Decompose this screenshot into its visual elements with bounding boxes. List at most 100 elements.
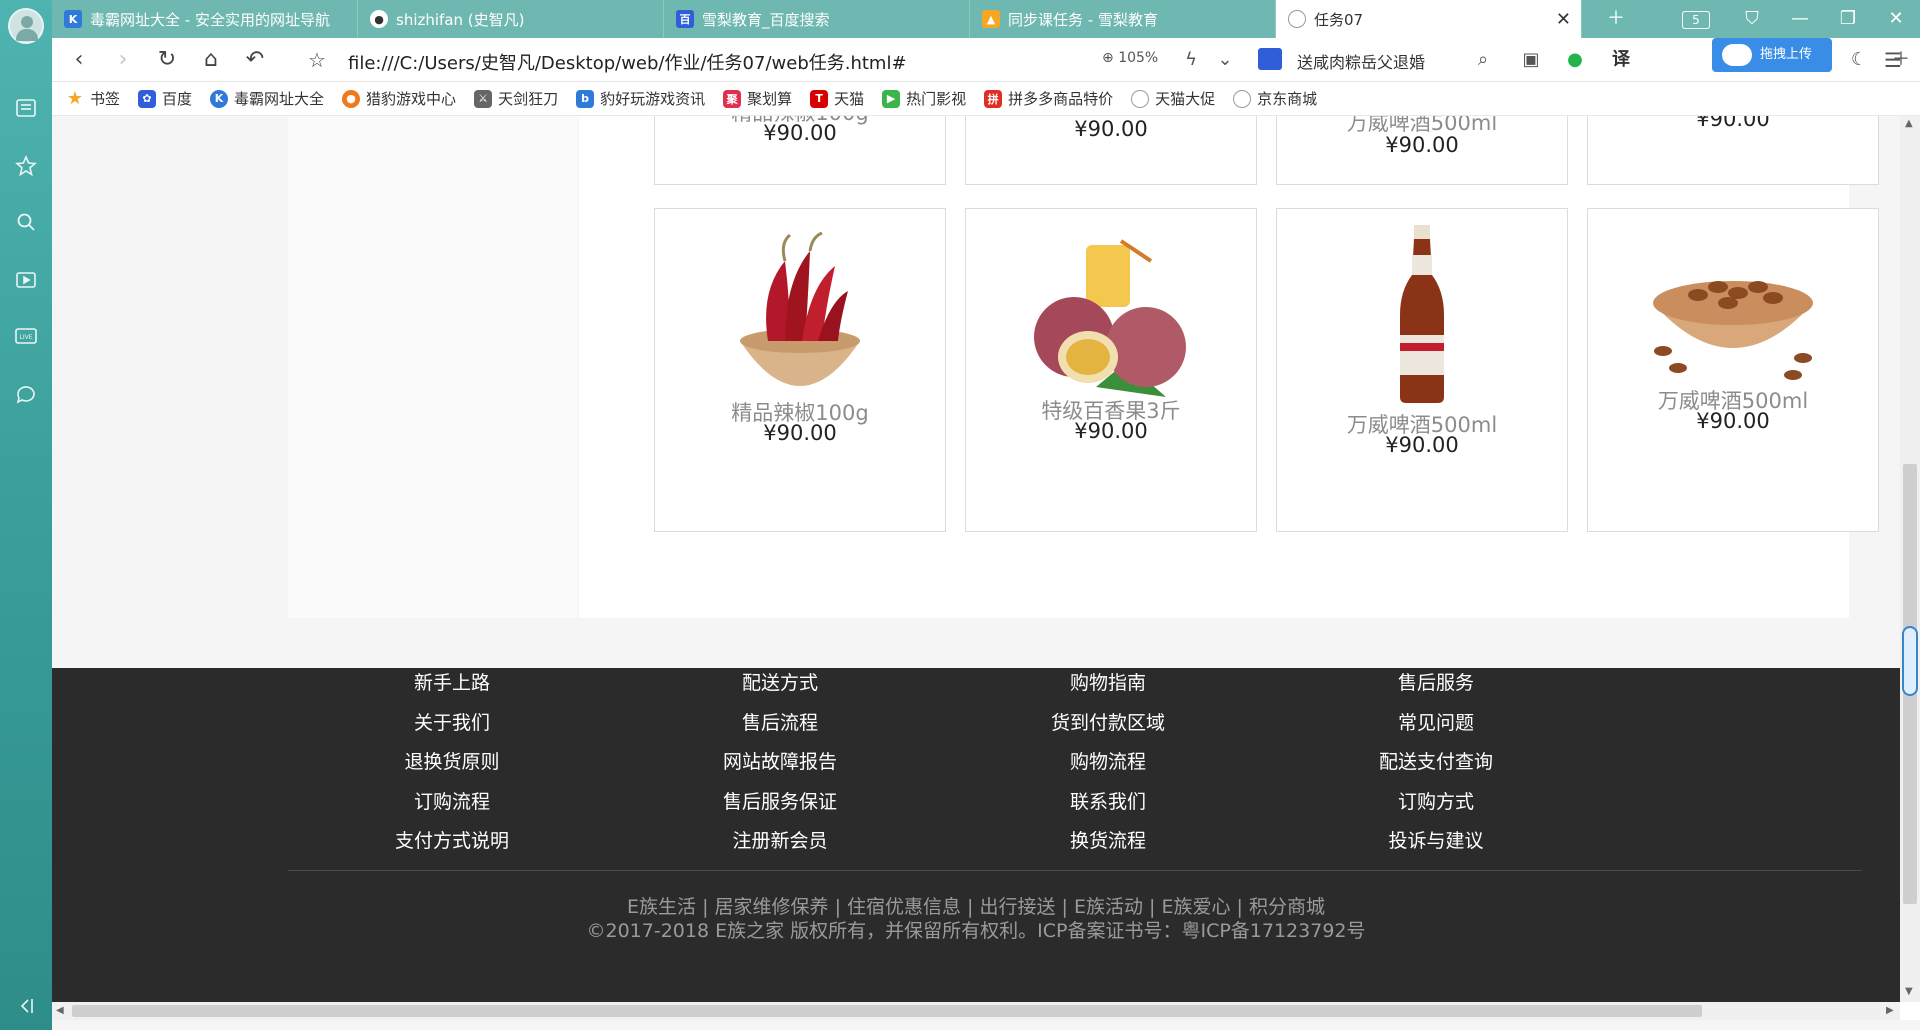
product-card[interactable]: 万威啤酒500ml ¥90.00 <box>1276 208 1568 532</box>
image-icon[interactable]: ▣ <box>1518 48 1544 72</box>
scroll-right-icon[interactable]: ▶ <box>1886 1005 1894 1016</box>
footer-link[interactable]: 换货流程 <box>944 826 1272 866</box>
footer-link[interactable]: 退换货原则 <box>288 747 616 787</box>
bookmark-item[interactable]: ● 猎豹游戏中心 <box>342 88 456 109</box>
scroll-position-knob[interactable] <box>1902 626 1918 696</box>
scroll-up-icon[interactable]: ▲ <box>1905 118 1913 129</box>
footer-link[interactable]: 订购方式 <box>1272 787 1600 827</box>
horizontal-scroll-thumb[interactable] <box>72 1005 1702 1017</box>
lightning-icon[interactable]: ϟ <box>1178 48 1204 72</box>
drag-upload-button[interactable]: 拖拽上传 <box>1712 38 1832 72</box>
footer-link[interactable]: 购物指南 <box>944 668 1272 708</box>
pine-nuts-icon <box>1643 243 1823 383</box>
new-tab-icon[interactable]: ＋ <box>1592 0 1640 38</box>
footer-link[interactable]: 订购流程 <box>288 787 616 827</box>
product-card[interactable]: 精品辣椒100g ¥90.00 <box>654 208 946 532</box>
tab-label: shizhifan (史智凡) <box>396 10 525 29</box>
night-mode-icon[interactable]: ☾ <box>1846 48 1872 72</box>
footer-link[interactable]: 配送支付查询 <box>1272 747 1600 787</box>
tab-count-button[interactable]: 5 <box>1672 0 1720 38</box>
bookmark-item[interactable]: b 豹好玩游戏资讯 <box>576 88 705 109</box>
restore-icon[interactable]: ❐ <box>1824 0 1872 38</box>
avatar[interactable] <box>8 8 44 44</box>
menu-icon[interactable]: ☰ <box>1880 48 1906 72</box>
tab-task07[interactable]: 任务07 ✕ <box>1276 0 1582 38</box>
product-card[interactable]: ¥90.00 <box>1587 116 1879 185</box>
github-icon: ● <box>370 10 388 28</box>
sidebar-rail: LIVE <box>0 0 52 1030</box>
chili-icon <box>730 231 870 411</box>
product-card[interactable]: 精品辣椒100g ¥90.00 <box>654 116 946 185</box>
search-engine-icon[interactable] <box>1258 48 1282 70</box>
collapse-sidebar-icon[interactable] <box>13 994 39 1020</box>
footer-link[interactable]: 配送方式 <box>616 668 944 708</box>
footer-link[interactable]: 投诉与建议 <box>1272 826 1600 866</box>
bookmark-item[interactable]: ★ 书签 <box>66 88 120 109</box>
vertical-scrollbar[interactable]: ▲ ▼ <box>1900 116 1920 1002</box>
favorites-star-icon[interactable] <box>13 154 39 180</box>
search-icon[interactable]: ⌕ <box>1470 48 1496 72</box>
minimize-icon[interactable]: — <box>1776 0 1824 38</box>
forward-icon[interactable]: › <box>108 46 138 74</box>
jhs-icon: 聚 <box>723 89 742 108</box>
chat-bubble-icon[interactable] <box>13 382 39 408</box>
search-icon[interactable] <box>13 210 39 236</box>
footer-link[interactable]: 注册新会员 <box>616 826 944 866</box>
chevron-down-icon[interactable]: ⌄ <box>1212 48 1238 72</box>
product-card[interactable]: ¥90.00 <box>965 116 1257 185</box>
scroll-left-icon[interactable]: ◀ <box>56 1005 64 1016</box>
svg-text:LIVE: LIVE <box>19 334 32 341</box>
k-icon: K <box>210 89 229 108</box>
footer-link[interactable]: 购物流程 <box>944 747 1272 787</box>
home-icon[interactable]: ⌂ <box>196 46 226 74</box>
bookmark-item[interactable]: 京东商城 <box>1233 88 1317 109</box>
footer-link[interactable]: 网站故障报告 <box>616 747 944 787</box>
footer-link[interactable]: 新手上路 <box>288 668 616 708</box>
bookmark-star-icon[interactable]: ☆ <box>302 46 332 74</box>
tab-baidu-search[interactable]: 百 雪梨教育_百度搜索 <box>664 0 970 38</box>
footer-link[interactable]: 货到付款区域 <box>944 708 1272 748</box>
product-card[interactable]: 万威啤酒500ml ¥90.00 <box>1276 116 1568 185</box>
tab-duba[interactable]: K 毒霸网址大全 - 安全实用的网址导航 <box>52 0 358 38</box>
footer-link[interactable]: 常见问题 <box>1272 708 1600 748</box>
reload-icon[interactable]: ↻ <box>152 46 182 74</box>
bookmark-item[interactable]: ✿ 百度 <box>138 88 192 109</box>
zoom-level[interactable]: ⊕ 105% <box>1102 50 1158 66</box>
shirt-skin-icon[interactable]: ⛉ <box>1728 0 1776 38</box>
bookmark-item[interactable]: K 毒霸网址大全 <box>210 88 324 109</box>
product-card[interactable]: 特级百香果3斤 ¥90.00 <box>965 208 1257 532</box>
bookmark-item[interactable]: ⚔ 天剑狂刀 <box>474 88 558 109</box>
translate-button[interactable]: 译 <box>1608 48 1634 72</box>
undo-close-icon[interactable]: ↶ <box>240 46 270 74</box>
search-suggestion[interactable]: 送咸肉粽岳父退婚 <box>1297 49 1425 73</box>
live-icon[interactable]: LIVE <box>13 324 39 350</box>
footer-link[interactable]: 售后服务保证 <box>616 787 944 827</box>
wechat-icon[interactable]: ● <box>1562 48 1588 72</box>
bookmark-item[interactable]: 天猫大促 <box>1131 88 1215 109</box>
video-icon[interactable] <box>13 268 39 294</box>
scroll-down-icon[interactable]: ▼ <box>1905 986 1913 997</box>
bookmark-item[interactable]: 聚聚划算 <box>723 88 792 109</box>
close-window-icon[interactable]: ✕ <box>1872 0 1920 38</box>
footer-link[interactable]: 支付方式说明 <box>288 826 616 866</box>
footer-link[interactable]: 售后服务 <box>1272 668 1600 708</box>
url-field[interactable]: file:///C:/Users/史智凡/Desktop/web/作业/任务07… <box>348 49 907 75</box>
bookmark-item[interactable]: T 天猫 <box>810 88 864 109</box>
back-icon[interactable]: ‹ <box>64 46 94 74</box>
bookmark-item[interactable]: ▶ 热门影视 <box>882 88 966 109</box>
footer-link[interactable]: 关于我们 <box>288 708 616 748</box>
tab-github[interactable]: ● shizhifan (史智凡) <box>358 0 664 38</box>
beer-bottle-icon <box>1392 225 1452 405</box>
close-tab-icon[interactable]: ✕ <box>1556 9 1571 30</box>
horizontal-scrollbar[interactable]: ◀ ▶ <box>52 1002 1900 1020</box>
product-card[interactable]: 万威啤酒500ml ¥90.00 <box>1587 208 1879 532</box>
b-icon: b <box>576 89 595 108</box>
tab-xueli[interactable]: ▲ 同步课任务 - 雪梨教育 <box>970 0 1276 38</box>
footer-nav[interactable]: E族生活 | 居家维修保养 | 住宿优惠信息 | 出行接送 | E族活动 | E… <box>52 892 1900 919</box>
tmall-icon: T <box>810 89 829 108</box>
footer-link[interactable]: 售后流程 <box>616 708 944 748</box>
reader-icon[interactable] <box>13 96 39 122</box>
bookmark-item[interactable]: 拼拼多多商品特价 <box>984 88 1113 109</box>
copyright-text: ©2017-2018 E族之家 版权所有，并保留所有权利。ICP备案证书号：粤I… <box>586 920 1366 942</box>
footer-link[interactable]: 联系我们 <box>944 787 1272 827</box>
